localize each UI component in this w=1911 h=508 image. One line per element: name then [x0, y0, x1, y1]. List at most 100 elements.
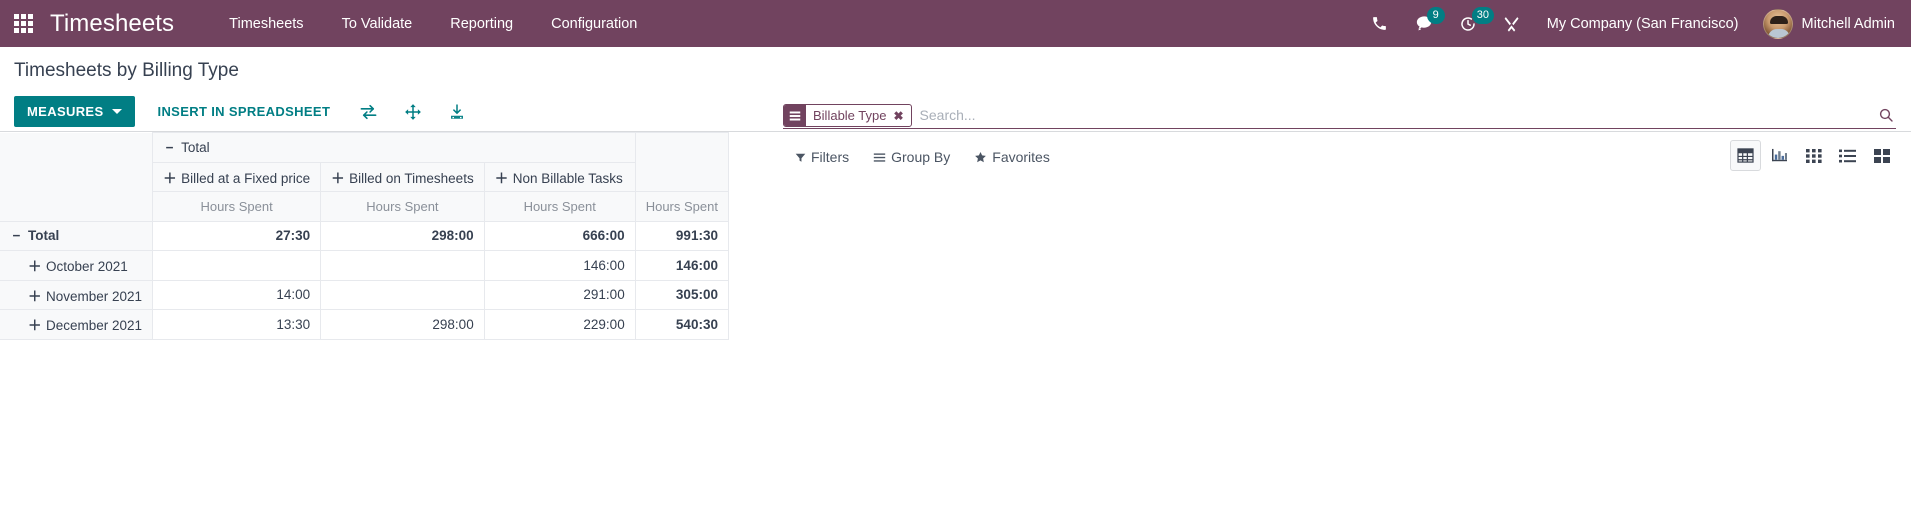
pivot-corner-cell-2 — [0, 162, 154, 192]
pivot-cell-value[interactable]: 146:00 — [483, 250, 636, 281]
pivot-measure-header[interactable]: Hours Spent — [320, 191, 485, 222]
group-by-menu-label: Group By — [891, 149, 951, 165]
developer-tools-icon[interactable] — [1490, 0, 1533, 47]
pivot-row-header-october-2021[interactable]: ＋ October 2021 — [0, 250, 154, 281]
pivot-row-header-december-2021[interactable]: ＋ December 2021 — [0, 309, 154, 340]
pivot-cell-row-total[interactable]: 146:00 — [634, 250, 729, 281]
avatar — [1762, 8, 1793, 39]
user-name-label: Mitchell Admin — [1801, 15, 1895, 32]
search-facet-label: Billable Type — [813, 108, 887, 123]
app-brand-name[interactable]: Timesheets — [46, 10, 180, 38]
pivot-cell-value[interactable] — [320, 250, 485, 281]
nav-item-reporting[interactable]: Reporting — [431, 0, 532, 47]
star-icon — [974, 151, 987, 164]
pivot-measure-header-total[interactable]: Hours Spent — [634, 191, 729, 222]
pivot-col-total-spacer — [634, 132, 729, 192]
page-title: Timesheets by Billing Type — [14, 60, 239, 81]
search-bar: Billable Type ✖ — [783, 102, 1896, 129]
pivot-header-row-leaves: ＋ Billed at a Fixed price ＋ Billed on Time… — [0, 161, 728, 192]
search-icon[interactable] — [1870, 102, 1896, 128]
expand-toggle-icon[interactable]: ＋ — [495, 167, 509, 187]
pivot-cell-row-total[interactable]: 540:30 — [634, 309, 729, 340]
pivot-measure-header[interactable]: Hours Spent — [152, 191, 322, 222]
activities-clock-icon[interactable]: 30 — [1446, 0, 1494, 47]
pivot-cell-value[interactable]: 666:00 — [483, 220, 636, 251]
pivot-cell-row-total[interactable]: 305:00 — [634, 279, 729, 310]
control-panel: Timesheets by Billing Type MEASURES INSE… — [0, 47, 1911, 171]
group-by-icon — [784, 105, 806, 126]
pivot-cell-value[interactable] — [320, 279, 485, 310]
pivot-cell-value[interactable] — [152, 250, 322, 281]
pivot-cell-row-total[interactable]: 991:30 — [634, 220, 729, 251]
list-icon[interactable] — [1832, 140, 1863, 171]
measures-button[interactable]: MEASURES — [14, 96, 136, 127]
expand-toggle-icon[interactable]: ＋ — [28, 314, 42, 334]
pivot-row-header-total[interactable]: − Total — [0, 220, 154, 251]
control-panel-top-row: Timesheets by Billing Type — [0, 47, 1911, 91]
pivot-cell-value[interactable]: 291:00 — [483, 279, 636, 310]
pivot-header-row-group: − Total — [0, 132, 729, 192]
pivot-corner-cell-3 — [0, 191, 154, 222]
apps-menu-button[interactable] — [0, 0, 46, 47]
pivot-col-group-total-label: Total — [181, 139, 210, 155]
group-by-menu-button[interactable]: Group By — [861, 144, 962, 170]
pivot-row-header-label: October 2021 — [46, 259, 128, 275]
pivot-table-body: − Total 27:30 298:00 666:00 991:30 ＋ Octob… — [0, 220, 729, 340]
nav-item-configuration[interactable]: Configuration — [532, 0, 656, 47]
pivot-cell-value[interactable]: 298:00 — [320, 220, 485, 251]
pivot-col-header-billed-fixed-price[interactable]: ＋ Billed at a Fixed price — [152, 161, 322, 192]
collapse-toggle-icon[interactable]: − — [163, 140, 176, 155]
pivot-row-header-november-2021[interactable]: ＋ November 2021 — [0, 279, 154, 310]
insert-in-spreadsheet-button[interactable]: INSERT IN SPREADSHEET — [145, 96, 342, 127]
search-input[interactable] — [911, 103, 1870, 127]
pivot-col-header-billed-on-timesheets[interactable]: ＋ Billed on Timesheets — [320, 161, 485, 192]
grid-squares-icon[interactable] — [1798, 140, 1829, 171]
phone-icon[interactable] — [1358, 0, 1401, 47]
table-row: ＋ November 2021 14:00 291:00 305:00 — [0, 279, 729, 310]
pivot-table-head: − Total ＋ Billed at a Fixed price ＋ Billed … — [0, 132, 729, 222]
main-menu: Timesheets To Validate Reporting Configu… — [210, 0, 656, 47]
expand-toggle-icon[interactable]: ＋ — [28, 255, 42, 275]
download-xlsx-icon[interactable] — [439, 97, 475, 127]
search-dropdown-menus: Filters Group By Favorites — [783, 144, 1062, 170]
collapse-toggle-icon[interactable]: − — [10, 228, 23, 243]
expand-all-icon[interactable] — [395, 97, 431, 127]
close-icon[interactable]: ✖ — [892, 105, 910, 126]
search-facet-billable-type[interactable]: Billable Type ✖ — [783, 104, 912, 127]
nav-item-to-validate[interactable]: To Validate — [323, 0, 432, 47]
pivot-cell-value[interactable]: 298:00 — [320, 309, 485, 340]
pivot-col-group-total[interactable]: − Total — [152, 132, 636, 163]
pivot-header-row-measures: Hours Spent Hours Spent Hours Spent Hour… — [0, 191, 729, 222]
pivot-measure-header[interactable]: Hours Spent — [483, 191, 636, 222]
blocks-icon[interactable] — [1866, 140, 1897, 171]
favorites-menu-button[interactable]: Favorites — [962, 144, 1062, 170]
filters-menu-label: Filters — [811, 149, 850, 165]
pivot-col-header-label: Non Billable Tasks — [512, 170, 623, 186]
pivot-row-header-label: Total — [28, 228, 60, 244]
filters-menu-button[interactable]: Filters — [783, 144, 861, 170]
filter-funnel-icon — [795, 152, 806, 163]
chevron-down-icon — [112, 109, 123, 114]
pivot-col-header-label: Billed at a Fixed price — [181, 170, 311, 186]
pivot-row-header-label: November 2021 — [46, 288, 143, 304]
pivot-cell-value[interactable]: 27:30 — [152, 220, 322, 251]
pivot-cell-value[interactable]: 13:30 — [152, 309, 322, 340]
pivot-col-header-non-billable-tasks[interactable]: ＋ Non Billable Tasks — [483, 161, 636, 192]
nav-item-timesheets[interactable]: Timesheets — [210, 0, 322, 47]
bar-chart-icon[interactable] — [1764, 140, 1795, 171]
expand-toggle-icon[interactable]: ＋ — [331, 167, 345, 187]
pivot-table: − Total ＋ Billed at a Fixed price ＋ Billed … — [0, 132, 729, 340]
top-navbar: Timesheets Timesheets To Validate Report… — [0, 0, 1911, 47]
expand-toggle-icon[interactable]: ＋ — [28, 285, 42, 305]
user-menu[interactable]: Mitchell Admin — [1753, 0, 1897, 47]
company-switcher[interactable]: My Company (San Francisco) — [1533, 0, 1753, 47]
pivot-cell-value[interactable]: 229:00 — [483, 309, 636, 340]
pivot-table-icon[interactable] — [1730, 140, 1761, 171]
messages-icon[interactable]: 9 — [1401, 0, 1446, 47]
pivot-cell-value[interactable]: 14:00 — [152, 279, 322, 310]
expand-toggle-icon[interactable]: ＋ — [163, 167, 177, 187]
flip-axis-icon[interactable] — [350, 98, 387, 126]
view-switcher — [1727, 140, 1897, 171]
navbar-right-zone: 9 30 My Company (San Francisco) Mitchell… — [1358, 0, 1897, 47]
pivot-row-header-label: December 2021 — [46, 318, 143, 334]
